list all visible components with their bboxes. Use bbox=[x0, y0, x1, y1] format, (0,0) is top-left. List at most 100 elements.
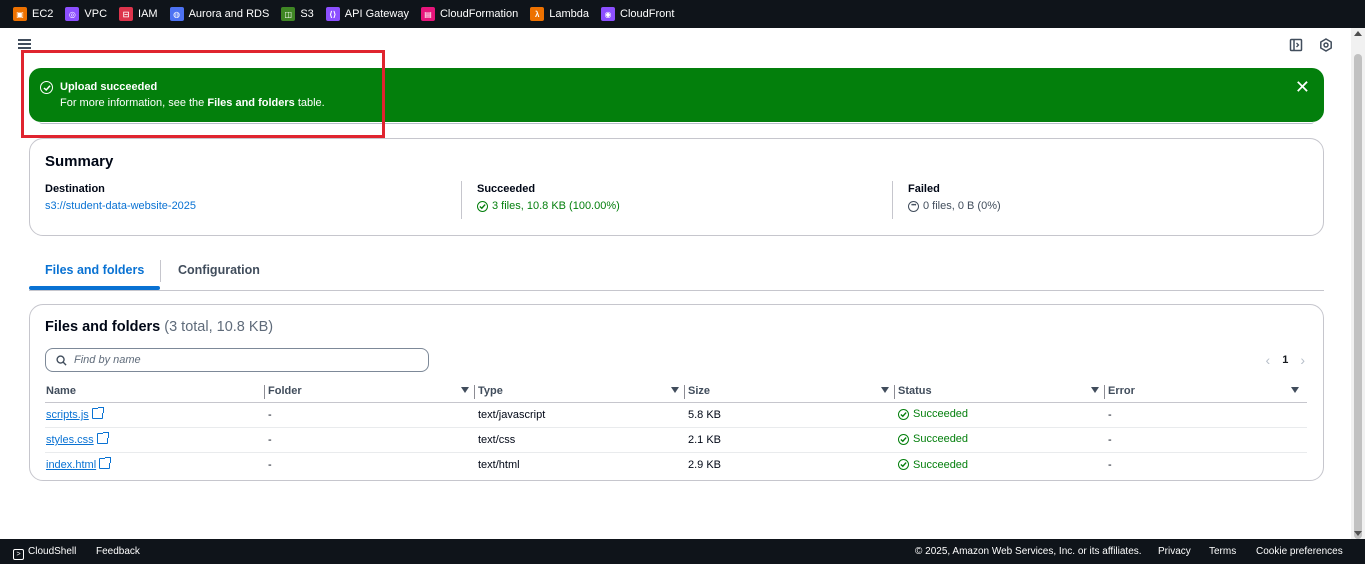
settings-icon[interactable] bbox=[1318, 37, 1334, 53]
succeeded-value: 3 files, 10.8 KB (100.00%) bbox=[492, 200, 620, 212]
sort-down-icon[interactable] bbox=[1291, 387, 1299, 393]
folder-cell: - bbox=[268, 458, 272, 471]
service-cloudformation[interactable]: ▤ CloudFormation bbox=[420, 0, 519, 28]
sort-down-icon[interactable] bbox=[671, 387, 679, 393]
service-api-gateway[interactable]: ⟨⟩ API Gateway bbox=[325, 0, 409, 28]
destination-link[interactable]: s3://student-data-website-2025 bbox=[45, 200, 196, 212]
success-check-icon bbox=[898, 433, 909, 445]
service-label: Lambda bbox=[549, 8, 590, 20]
size-cell: 2.9 KB bbox=[688, 458, 722, 471]
cookie-preferences-link[interactable]: Cookie preferences bbox=[1256, 546, 1343, 557]
files-table: Name Folder Type Size Status Error scrip… bbox=[45, 381, 1307, 477]
terms-link[interactable]: Terms bbox=[1209, 546, 1236, 557]
annotation-box bbox=[21, 50, 385, 138]
service-label: CloudFormation bbox=[439, 8, 519, 20]
status-badge: Succeeded bbox=[898, 459, 968, 471]
service-rds[interactable]: ◍ Aurora and RDS bbox=[169, 0, 270, 28]
column-header-error[interactable]: Error bbox=[1104, 381, 1307, 403]
service-label: S3 bbox=[300, 8, 314, 20]
status-text: Succeeded bbox=[913, 408, 969, 421]
rds-icon: ◍ bbox=[169, 7, 184, 21]
copyright-text: © 2025, Amazon Web Services, Inc. or its… bbox=[915, 546, 1142, 557]
close-icon[interactable]: ✕ bbox=[1295, 78, 1310, 96]
summary-container: Summary Destination s3://student-data-we… bbox=[29, 138, 1324, 236]
size-cell: 2.1 KB bbox=[687, 427, 897, 453]
failed-section: Failed ••• 0 files, 0 B (0%) bbox=[908, 183, 1001, 212]
summary-title: Summary bbox=[45, 153, 114, 170]
service-lambda[interactable]: λ Lambda bbox=[530, 0, 589, 28]
files-count: (3 total, 10.8 KB) bbox=[164, 319, 274, 335]
current-page[interactable]: 1 bbox=[1282, 354, 1288, 366]
divider bbox=[892, 181, 893, 219]
terminal-icon: > bbox=[13, 549, 24, 560]
service-label: EC2 bbox=[32, 8, 54, 20]
service-ec2[interactable]: ▣ EC2 bbox=[13, 0, 53, 28]
scroll-up-arrow-icon[interactable] bbox=[1354, 31, 1362, 36]
service-vpc[interactable]: ◎ VPC bbox=[65, 0, 107, 28]
column-header-status[interactable]: Status bbox=[894, 381, 1107, 403]
service-label: API Gateway bbox=[344, 8, 409, 20]
table-row: scripts.js - text/javascript 5.8 KB Succ… bbox=[45, 402, 1307, 428]
error-cell: - bbox=[1108, 458, 1112, 471]
column-divider bbox=[684, 385, 685, 399]
files-title-text: Files and folders bbox=[45, 319, 161, 335]
destination-label: Destination bbox=[45, 183, 105, 195]
external-link-icon[interactable] bbox=[91, 407, 104, 419]
ec2-icon: ▣ bbox=[13, 7, 27, 21]
cloudshell-button[interactable]: > CloudShell bbox=[13, 546, 76, 560]
size-cell: 5.8 KB bbox=[687, 402, 897, 428]
external-link-icon[interactable] bbox=[96, 432, 109, 444]
iam-icon: ⊟ bbox=[119, 7, 134, 21]
column-header-type[interactable]: Type bbox=[474, 381, 687, 403]
status-badge: Succeeded bbox=[898, 408, 968, 420]
tab-configuration[interactable]: Configuration bbox=[178, 263, 260, 277]
column-label: Folder bbox=[268, 385, 302, 398]
privacy-link[interactable]: Privacy bbox=[1158, 546, 1191, 557]
file-link[interactable]: index.html bbox=[46, 459, 96, 471]
column-label: Status bbox=[898, 385, 932, 398]
chevron-left-icon[interactable]: ‹ bbox=[1266, 352, 1271, 368]
files-title: Files and folders (3 total, 10.8 KB) bbox=[45, 319, 273, 335]
search-input[interactable] bbox=[74, 354, 414, 366]
folder-cell: - bbox=[267, 427, 477, 453]
file-link[interactable]: scripts.js bbox=[46, 409, 89, 421]
services-bar: ▣ EC2 ◎ VPC ⊟ IAM ◍ Aurora and RDS ◫ S3 ⟨⟩ API… bbox=[0, 0, 1365, 28]
failed-label: Failed bbox=[908, 183, 940, 195]
column-label: Name bbox=[46, 385, 76, 398]
service-s3[interactable]: ◫ S3 bbox=[281, 0, 314, 28]
column-header-folder[interactable]: Folder bbox=[264, 381, 477, 403]
column-divider bbox=[894, 385, 895, 399]
menu-icon[interactable] bbox=[18, 39, 31, 49]
tab-divider bbox=[160, 260, 161, 282]
help-panel-icon[interactable] bbox=[1288, 37, 1304, 53]
file-link[interactable]: styles.css bbox=[46, 434, 94, 446]
error-cell: - bbox=[1107, 427, 1307, 453]
table-row: styles.css - text/css 2.1 KB Succeeded - bbox=[45, 427, 1307, 453]
chevron-right-icon[interactable]: › bbox=[1300, 352, 1305, 368]
sort-down-icon[interactable] bbox=[461, 387, 469, 393]
type-cell: text/javascript bbox=[477, 402, 687, 428]
scroll-down-arrow-icon[interactable] bbox=[1354, 531, 1362, 536]
status-text: Succeeded bbox=[913, 433, 969, 446]
service-label: Aurora and RDS bbox=[188, 8, 270, 20]
active-tab-indicator bbox=[29, 286, 160, 290]
type-cell: text/css bbox=[477, 427, 687, 453]
tab-files-and-folders[interactable]: Files and folders bbox=[45, 263, 144, 277]
service-cloudfront[interactable]: ◉ CloudFront bbox=[601, 0, 674, 28]
scrollbar-thumb[interactable] bbox=[1354, 54, 1362, 539]
failed-value: 0 files, 0 B (0%) bbox=[923, 200, 1001, 212]
files-container: Files and folders (3 total, 10.8 KB) ‹ 1… bbox=[29, 304, 1324, 481]
pending-dots-icon: ••• bbox=[908, 200, 919, 212]
sort-down-icon[interactable] bbox=[881, 387, 889, 393]
column-header-name[interactable]: Name bbox=[45, 381, 267, 403]
status-badge: Succeeded bbox=[898, 433, 968, 445]
sort-down-icon[interactable] bbox=[1091, 387, 1099, 393]
column-divider bbox=[1104, 385, 1105, 399]
scrollbar[interactable] bbox=[1351, 28, 1365, 539]
column-header-size[interactable]: Size bbox=[684, 381, 897, 403]
external-link-icon[interactable] bbox=[99, 457, 112, 470]
success-check-icon bbox=[477, 200, 488, 212]
feedback-link[interactable]: Feedback bbox=[96, 546, 140, 557]
service-iam[interactable]: ⊟ IAM bbox=[119, 0, 158, 28]
search-field[interactable] bbox=[45, 348, 429, 372]
